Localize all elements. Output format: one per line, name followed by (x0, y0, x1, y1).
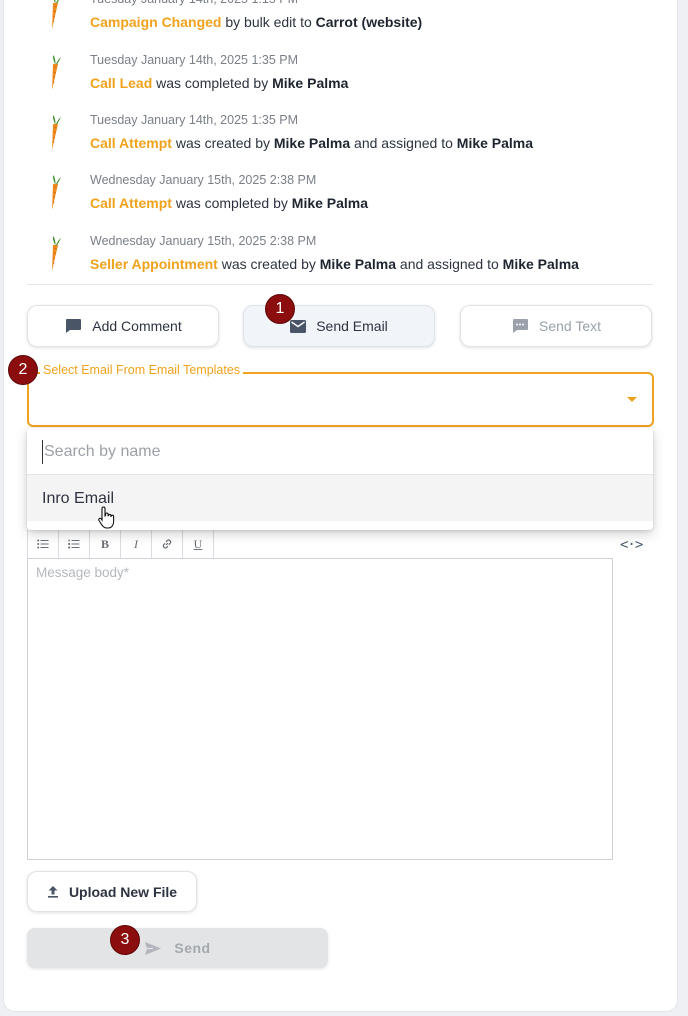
underline-button[interactable]: U (183, 530, 214, 558)
activity-text: was created by (171, 135, 274, 151)
activity-description: Seller Appointment was created by Mike P… (90, 256, 579, 272)
step-badge-2: 2 (8, 355, 38, 385)
activity-actor: Mike Palma (319, 256, 397, 272)
activity-actor: Mike Palma (291, 195, 369, 211)
email-template-select-label: Select Email From Email Templates (40, 363, 244, 377)
upload-icon (47, 886, 58, 898)
numbered-list-icon (68, 539, 80, 549)
activity-description: Campaign Changed by bulk edit to Carrot … (90, 14, 422, 30)
email-icon (290, 319, 307, 333)
activity-text: and assigned to (350, 135, 457, 151)
link-button[interactable] (152, 530, 183, 558)
message-body-editor[interactable]: Message body* (27, 558, 613, 860)
hand-cursor-icon (98, 506, 115, 529)
activity-timestamp: Tuesday January 14th, 2025 1:35 PM (90, 53, 299, 67)
send-text-label: Send Text (538, 318, 601, 334)
divider (27, 284, 653, 285)
activity-event-link[interactable]: Campaign Changed (90, 14, 221, 30)
message-body-placeholder: Message body* (36, 565, 130, 580)
bold-button[interactable]: B (90, 530, 121, 558)
activity-text: and assigned to (396, 256, 503, 272)
activity-timestamp: Tuesday January 14th, 2025 1:15 PM (90, 0, 298, 6)
numbered-list-button[interactable] (59, 530, 90, 558)
activity-actor: Mike Palma (273, 135, 351, 151)
carrot-icon (52, 0, 59, 29)
activity-actor: Mike Palma (272, 75, 349, 91)
activity-text: was completed by (171, 195, 292, 211)
step-badge-1: 1 (265, 294, 295, 324)
comment-icon (66, 319, 82, 333)
text-message-icon (512, 319, 528, 333)
template-search-input[interactable] (42, 440, 632, 464)
activity-description: Call Attempt was created by Mike Palma a… (90, 135, 533, 151)
activity-actor: Mike Palma (456, 135, 534, 151)
italic-button[interactable]: I (121, 530, 152, 558)
upload-file-label: Upload New File (68, 883, 178, 900)
email-template-select[interactable] (27, 372, 654, 427)
activity-event-link[interactable]: Call Lead (90, 75, 152, 91)
activity-event-link[interactable]: Seller Appointment (90, 256, 218, 272)
activity-description: Call Lead was completed by Mike Palma (90, 75, 348, 91)
add-comment-button[interactable]: Add Comment (27, 305, 219, 347)
activity-text: by bulk edit to (221, 14, 316, 30)
carrot-icon (52, 115, 61, 150)
carrot-icon (52, 236, 61, 271)
bulleted-list-button[interactable] (28, 530, 59, 558)
send-email-label: Send Email (316, 318, 388, 334)
add-comment-label: Add Comment (92, 318, 182, 334)
send-button[interactable]: Send (27, 928, 328, 968)
template-dropdown: Inro Email (27, 428, 653, 530)
caret-down-icon[interactable] (627, 397, 637, 402)
bulleted-list-icon (37, 539, 49, 549)
activity-actor: Carrot (website) (315, 14, 423, 30)
send-label: Send (174, 940, 211, 956)
carrot-icon (52, 175, 61, 210)
carrot-icon (52, 55, 61, 90)
template-option[interactable]: Inro Email (27, 475, 653, 521)
activity-actor: Mike Palma (502, 256, 579, 272)
send-text-button[interactable]: Send Text (460, 305, 652, 347)
activity-timestamp: Wednesday January 15th, 2025 2:38 PM (90, 234, 317, 248)
step-badge-3: 3 (110, 925, 140, 955)
upload-file-button[interactable]: Upload New File (27, 871, 197, 912)
activity-description: Call Attempt was completed by Mike Palma (90, 195, 368, 211)
link-icon (162, 539, 172, 549)
code-view-icon[interactable]: <·> (620, 537, 643, 553)
activity-event-link[interactable]: Call Attempt (90, 195, 172, 211)
send-icon (145, 941, 162, 955)
activity-timestamp: Tuesday January 14th, 2025 1:35 PM (90, 113, 299, 127)
activity-text: was created by (217, 256, 320, 272)
activity-event-link[interactable]: Call Attempt (90, 135, 172, 151)
activity-timestamp: Wednesday January 15th, 2025 2:38 PM (90, 173, 317, 187)
editor-toolbar: B I U (27, 530, 214, 558)
activity-text: was completed by (152, 75, 273, 91)
